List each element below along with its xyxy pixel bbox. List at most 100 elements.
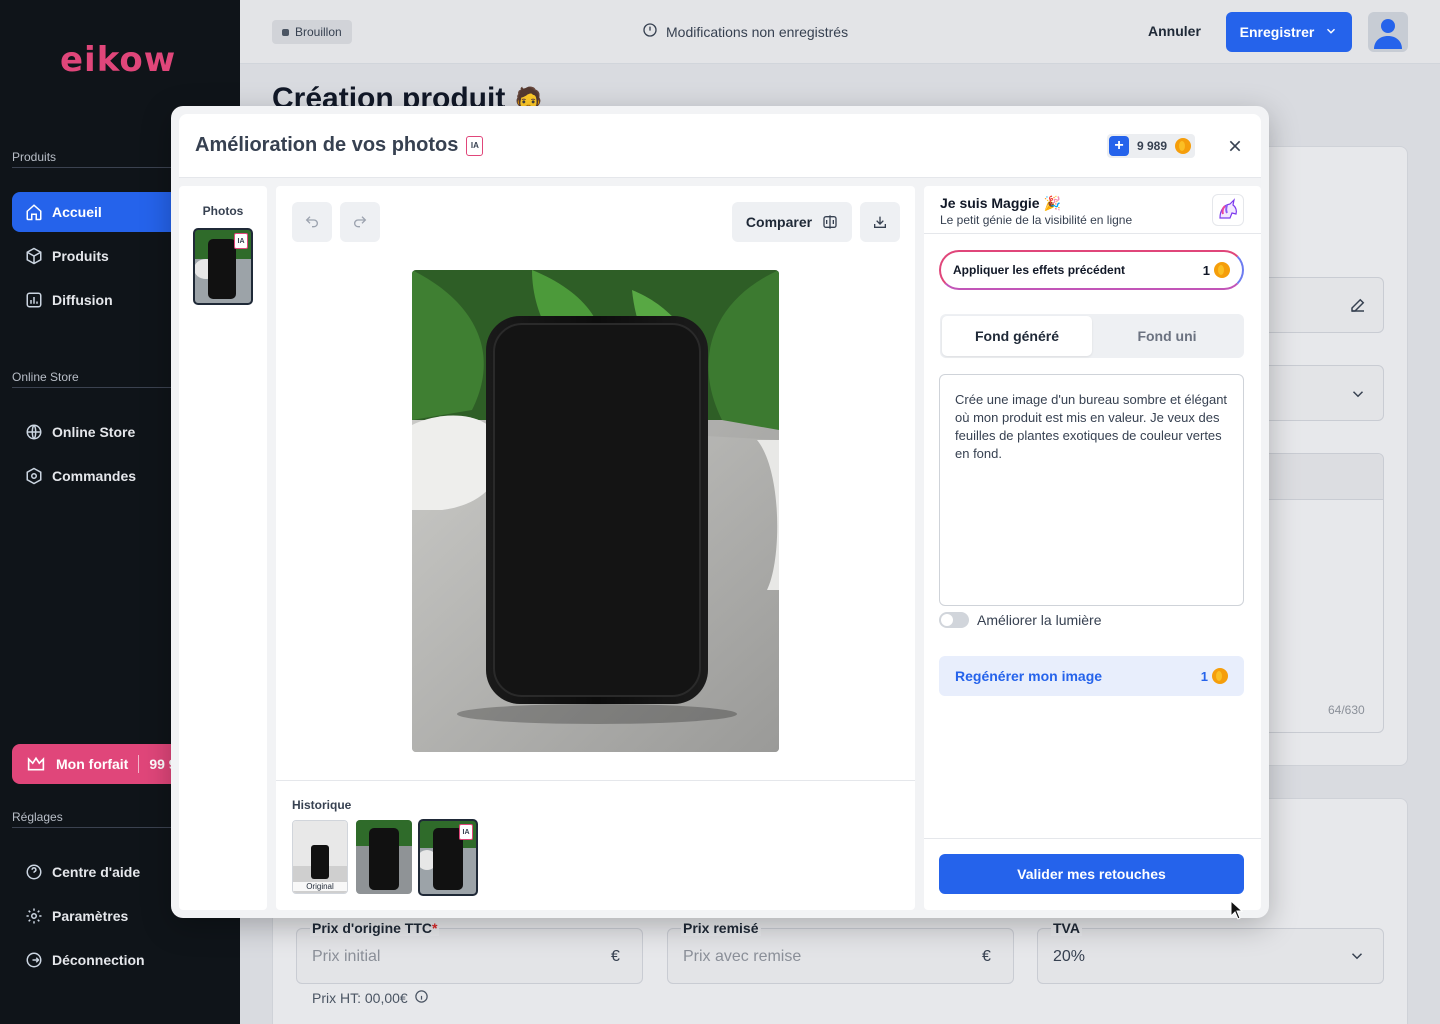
chevron-down-icon [1324, 24, 1338, 41]
user-icon [1374, 19, 1402, 49]
unsaved-indicator: Modifications non enregistrés [642, 22, 848, 41]
section-divider [12, 167, 172, 168]
sidebar-item-label: Déconnection [52, 952, 145, 968]
save-button-label: Enregistrer [1239, 24, 1315, 40]
ia-badge: IA [234, 233, 248, 249]
main-photo-image [412, 270, 779, 752]
history-divider [276, 780, 915, 781]
section-label-produits: Produits [12, 150, 57, 164]
package-icon [24, 466, 44, 486]
party-icon: 🎉 [1043, 195, 1061, 211]
section-divider [12, 827, 172, 828]
logout-icon [24, 950, 44, 970]
tva-label: TVA [1051, 920, 1082, 936]
download-icon [874, 216, 886, 228]
sidebar-item-label: Commandes [52, 468, 137, 484]
coin-icon [1212, 668, 1228, 684]
status-badge-label: Brouillon [295, 25, 342, 39]
tva-select[interactable] [1037, 928, 1384, 984]
photo-enhancement-modal: Amélioration de vos photos IA + 9 989 Ph… [171, 106, 1269, 918]
info-icon [642, 22, 658, 41]
assistant-panel: Je suis Maggie 🎉 Le petit génie de la vi… [924, 186, 1261, 910]
history-thumbnail-image [356, 820, 412, 894]
coin-icon [1175, 138, 1192, 154]
compare-button[interactable]: Comparer [732, 202, 852, 242]
crown-icon [26, 755, 46, 773]
close-button[interactable] [1225, 136, 1245, 156]
cost-value: 1 [1200, 668, 1208, 684]
section-label-online-store: Online Store [12, 370, 79, 384]
tab-generated-background[interactable]: Fond généré [942, 316, 1092, 356]
regenerate-label: Regénérer mon image [955, 668, 1103, 684]
main-photo[interactable] [412, 270, 779, 752]
sidebar-item-logout[interactable]: Déconnection [12, 940, 240, 980]
editor-panel: Comparer Historique Original IA [276, 186, 915, 910]
history-thumbnail[interactable] [356, 820, 412, 894]
apply-previous-cost: 1 [1203, 262, 1230, 278]
section-label-reglages: Réglages [12, 810, 63, 824]
redo-icon [354, 216, 367, 228]
tab-solid-background[interactable]: Fond uni [1092, 316, 1242, 356]
textarea-toolbar [1261, 454, 1383, 500]
download-button[interactable] [860, 202, 900, 242]
plus-icon[interactable]: + [1109, 136, 1129, 156]
undo-button[interactable] [292, 202, 332, 242]
plan-label: Mon forfait [56, 756, 129, 772]
credits-value: 9 989 [1137, 139, 1168, 153]
compare-icon [823, 215, 837, 229]
photos-label: Photos [202, 204, 244, 218]
chevron-down-icon [1348, 947, 1366, 970]
save-button[interactable]: Enregistrer [1226, 12, 1352, 52]
validate-button[interactable]: Valider mes retouches [939, 854, 1244, 894]
help-icon [24, 862, 44, 882]
ia-badge: IA [466, 135, 484, 156]
topbar: Brouillon Modifications non enregistrés … [240, 0, 1440, 64]
modal-title: Amélioration de vos photos IA [195, 134, 484, 157]
info-icon [414, 989, 429, 1007]
chart-icon [24, 290, 44, 310]
light-toggle-label: Améliorer la lumière [977, 612, 1102, 628]
globe-icon [24, 422, 44, 442]
price-original-placeholder: Prix initial [312, 948, 381, 965]
photo-thumbnail[interactable]: IA [193, 228, 253, 305]
cancel-button[interactable]: Annuler [1148, 23, 1201, 39]
unicorn-icon [1212, 194, 1244, 226]
panel-divider [924, 838, 1261, 839]
coin-icon [1214, 262, 1230, 278]
cost-value: 1 [1202, 262, 1210, 278]
price-discount-placeholder: Prix avec remise [683, 948, 802, 965]
ia-badge: IA [459, 824, 473, 840]
apply-previous-effects-button[interactable]: Appliquer les effets précédent 1 [939, 250, 1244, 290]
sidebar-item-label: Diffusion [52, 292, 113, 308]
sidebar-item-label: Online Store [52, 424, 136, 440]
history-label: Historique [292, 798, 352, 812]
tva-value: 20% [1053, 948, 1086, 965]
light-toggle[interactable] [939, 612, 969, 628]
history-thumbnail-original[interactable]: Original [292, 820, 348, 894]
sidebar-item-label: Paramètres [52, 908, 129, 924]
price-original-label: Prix d'origine TTC* [310, 920, 440, 936]
sidebar-item-label: Accueil [52, 204, 102, 220]
original-label: Original [293, 882, 347, 891]
credits-badge[interactable]: + 9 989 [1107, 134, 1196, 158]
assistant-name-text: Je suis Maggie [940, 195, 1040, 211]
panel-divider [924, 233, 1261, 234]
background-textarea [1260, 453, 1384, 733]
history-thumbnail-current[interactable]: IA [418, 819, 478, 896]
close-icon [1229, 140, 1241, 152]
currency-suffix: € [611, 948, 620, 965]
background-field [1260, 277, 1384, 333]
regenerate-cost: 1 [1201, 668, 1228, 684]
status-dot [282, 28, 289, 36]
background-select [1260, 365, 1384, 421]
regenerate-button[interactable]: Regénérer mon image 1 [939, 656, 1244, 696]
modal-title-text: Amélioration de vos photos [195, 134, 459, 156]
chevron-down-icon [1349, 385, 1367, 408]
redo-button[interactable] [340, 202, 380, 242]
prompt-textarea[interactable]: Crée une image d'un bureau sombre et élé… [939, 374, 1244, 606]
compare-label: Comparer [745, 214, 813, 230]
price-discount-label: Prix remisé [681, 920, 761, 936]
background-tabs: Fond généré Fond uni [940, 314, 1244, 358]
section-divider [12, 387, 172, 388]
avatar[interactable] [1368, 12, 1408, 52]
